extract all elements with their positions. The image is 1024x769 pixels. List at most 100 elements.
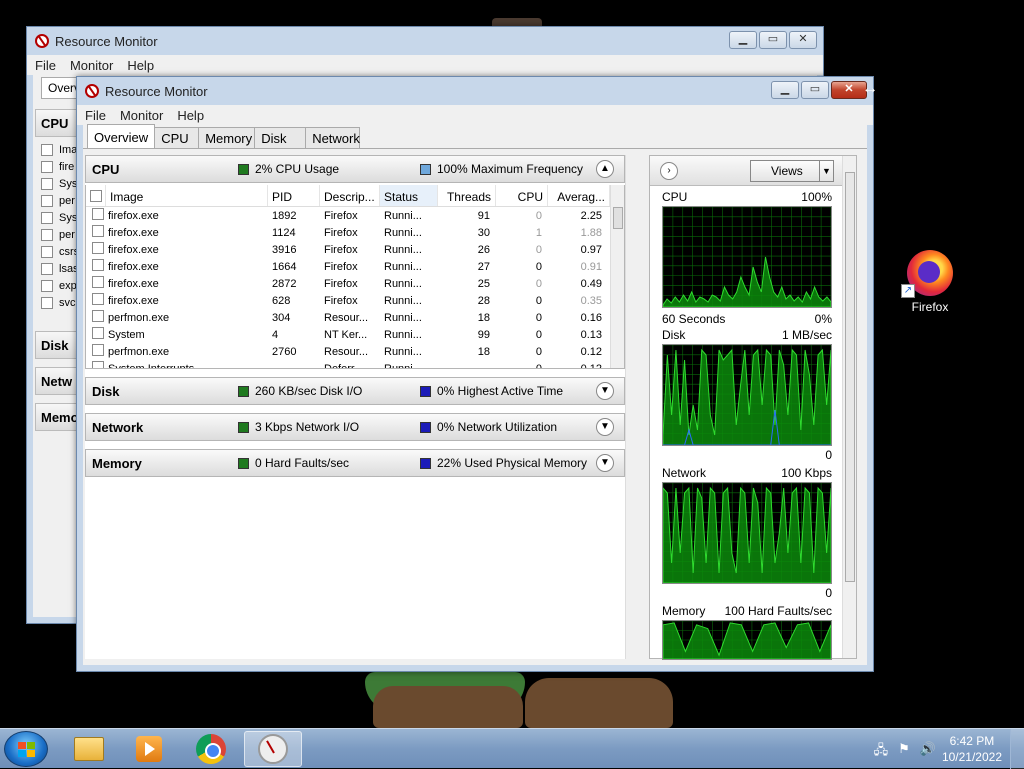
checkbox[interactable] [41, 279, 53, 292]
scrollbar[interactable] [610, 185, 624, 368]
table-row[interactable]: firefox.exe 1892 Firefox Runni... 91 0 2.25 [86, 207, 624, 224]
checkbox[interactable] [41, 296, 53, 309]
column-header-image[interactable]: Image [106, 185, 268, 206]
checkbox[interactable] [41, 160, 53, 173]
resource-monitor-window[interactable]: Resource Monitor ▁ ▭ ✕ File Monitor Help… [76, 76, 874, 672]
table-row[interactable]: firefox.exe 1664 Firefox Runni... 27 0 0.91 [86, 258, 624, 275]
checkbox[interactable] [41, 245, 53, 258]
section-header-disk[interactable]: Disk 260 KB/sec Disk I/O 0% Highest Acti… [85, 377, 625, 405]
row-checkbox[interactable] [86, 293, 106, 308]
checkbox[interactable] [41, 262, 53, 275]
table-row[interactable]: per [41, 226, 75, 243]
row-checkbox[interactable] [86, 208, 106, 223]
row-checkbox[interactable] [86, 344, 106, 359]
table-row[interactable]: firefox.exe 3916 Firefox Runni... 26 0 0.97 [86, 241, 624, 258]
table-row[interactable]: lsas [41, 260, 79, 277]
table-row[interactable]: firefox.exe 1124 Firefox Runni... 30 1 1.88 [86, 224, 624, 241]
row-checkbox[interactable] [86, 259, 106, 274]
maximize-button[interactable]: ▭ [759, 31, 787, 49]
desktop-icon-firefox[interactable]: ↗ Firefox [897, 250, 963, 314]
tab-disk[interactable]: Disk [254, 127, 307, 148]
title-bar[interactable]: Resource Monitor ▁ ▭ ✕ [27, 27, 823, 55]
row-checkbox[interactable] [86, 361, 106, 368]
section-header-memory[interactable]: Memory 0 Hard Faults/sec 22% Used Physic… [85, 449, 625, 477]
column-header-description[interactable]: Descrip... [320, 185, 380, 206]
left-pane-scrollbar[interactable] [625, 155, 637, 659]
table-row[interactable]: perfmon.exe 304 Resour... Runni... 18 0 0.16 [86, 309, 624, 326]
row-checkbox[interactable] [86, 225, 106, 240]
table-row[interactable]: System Interrupts - Deferr... Runni... - 0 0.1… [86, 360, 624, 368]
column-header-status[interactable]: Status [380, 185, 438, 206]
taskbar-explorer-button[interactable] [60, 731, 118, 767]
row-checkbox[interactable] [86, 327, 106, 342]
menu-file[interactable]: File [85, 108, 106, 123]
table-row[interactable]: fire [41, 158, 74, 175]
maximize-button[interactable]: ▭ [801, 81, 829, 99]
table-row[interactable]: firefox.exe 2872 Firefox Runni... 25 0 0.49 [86, 275, 624, 292]
chevron-down-icon[interactable]: ▼ [819, 161, 833, 181]
table-row[interactable]: exp [41, 277, 77, 294]
row-checkbox[interactable] [86, 310, 106, 325]
table-row[interactable]: Ima [41, 141, 77, 158]
expand-icon[interactable]: ▼ [596, 454, 614, 472]
show-desktop-button[interactable] [1010, 729, 1024, 769]
process-average-cpu: 0.13 [580, 328, 602, 341]
volume-icon[interactable]: 🔊 [920, 741, 936, 763]
tab-memory[interactable]: Memory [198, 127, 256, 148]
tab-network[interactable]: Network [305, 127, 361, 148]
title-bar[interactable]: Resource Monitor ▁ ▭ ✕ [77, 77, 873, 105]
process-description: NT Ker... [324, 328, 368, 341]
graphs-scrollbar[interactable] [842, 156, 856, 658]
row-checkbox[interactable] [86, 276, 106, 291]
checkbox[interactable] [41, 211, 53, 224]
collapse-pane-icon[interactable]: › [660, 162, 678, 180]
taskbar-media-player-button[interactable] [120, 731, 178, 767]
menu-help[interactable]: Help [127, 58, 154, 73]
tab-cpu[interactable]: CPU [154, 127, 200, 148]
column-header-cpu[interactable]: CPU [496, 185, 548, 206]
resource-monitor-icon [35, 34, 49, 48]
table-row[interactable]: Syst [41, 209, 80, 226]
select-all-checkbox[interactable] [86, 185, 106, 206]
menu-monitor[interactable]: Monitor [120, 108, 163, 123]
section-header-cpu[interactable]: CPU 2% CPU Usage 100% Maximum Frequency … [85, 155, 625, 183]
table-row[interactable]: Syst [41, 175, 80, 192]
collapse-icon[interactable]: ▲ [596, 160, 614, 178]
tab-overview[interactable]: Overview [87, 124, 156, 148]
taskbar-resource-monitor-button[interactable] [244, 731, 302, 767]
menu-bar: File Monitor Help [27, 55, 823, 75]
process-pid: 4 [272, 328, 279, 341]
checkbox[interactable] [41, 228, 53, 241]
expand-icon[interactable]: ▼ [596, 418, 614, 436]
views-dropdown[interactable]: Views ▼ [750, 160, 834, 182]
menu-monitor[interactable]: Monitor [70, 58, 113, 73]
scrollbar-thumb[interactable] [845, 172, 855, 582]
table-row[interactable]: per [41, 192, 75, 209]
column-header-threads[interactable]: Threads [438, 185, 496, 206]
close-button[interactable]: ✕ [789, 31, 817, 49]
menu-help[interactable]: Help [177, 108, 204, 123]
column-header-average-cpu[interactable]: Averag... [548, 185, 610, 206]
network-icon[interactable]: 🖧 [874, 741, 889, 763]
row-checkbox[interactable] [86, 242, 106, 257]
checkbox[interactable] [41, 143, 53, 156]
clock[interactable]: 6:42 PM 10/21/2022 [942, 733, 1002, 765]
table-row[interactable]: perfmon.exe 2760 Resour... Runni... 18 0 0.12 [86, 343, 624, 360]
table-row[interactable]: csrs [41, 243, 79, 260]
column-header-pid[interactable]: PID [268, 185, 320, 206]
section-header-network[interactable]: Network 3 Kbps Network I/O 0% Network Ut… [85, 413, 625, 441]
action-center-icon[interactable]: ⚑ [898, 741, 910, 763]
checkbox[interactable] [41, 177, 53, 190]
checkbox[interactable] [41, 194, 53, 207]
expand-icon[interactable]: ▼ [596, 382, 614, 400]
scrollbar-thumb[interactable] [613, 207, 623, 229]
minimize-button[interactable]: ▁ [771, 81, 799, 99]
table-row[interactable]: System 4 NT Ker... Runni... 99 0 0.13 [86, 326, 624, 343]
metric-swatch [238, 163, 249, 175]
start-button[interactable] [4, 731, 48, 767]
minimize-button[interactable]: ▁ [729, 31, 757, 49]
process-image: firefox.exe [108, 209, 159, 222]
taskbar-chrome-button[interactable] [182, 731, 240, 767]
table-row[interactable]: firefox.exe 628 Firefox Runni... 28 0 0.35 [86, 292, 624, 309]
menu-file[interactable]: File [35, 58, 56, 73]
